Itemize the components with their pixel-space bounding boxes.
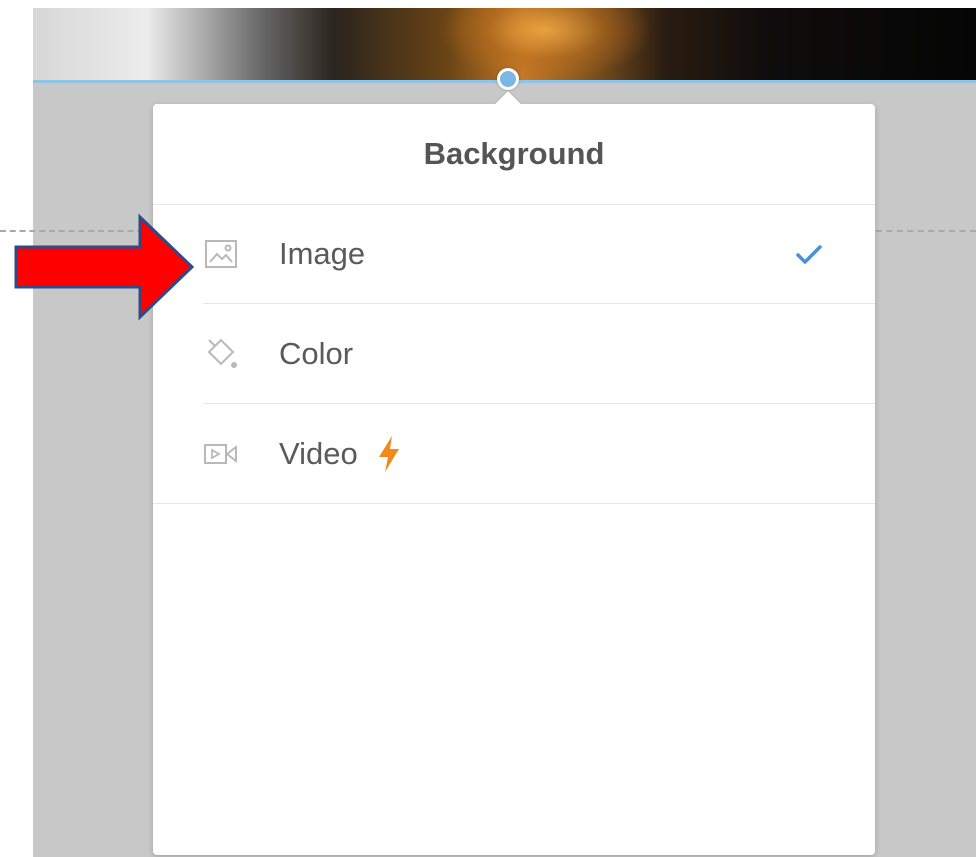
resize-handle[interactable] (497, 68, 519, 90)
background-option-image[interactable]: Image (203, 204, 875, 304)
layout-guide-right (876, 230, 976, 232)
photo-highlight (440, 8, 650, 81)
lightning-bolt-icon (378, 435, 399, 472)
background-popover: Background Image Color Video (153, 104, 875, 855)
option-label-color: Color (279, 335, 354, 371)
video-camera-icon (203, 436, 239, 472)
checkmark-icon (796, 245, 822, 264)
option-label-image: Image (279, 235, 366, 271)
paint-bucket-icon (203, 336, 239, 372)
red-arrow-annotation (14, 213, 195, 321)
background-option-video[interactable]: Video (153, 404, 875, 504)
background-option-color[interactable]: Color (203, 304, 875, 404)
option-label-video: Video (279, 435, 358, 471)
popover-title: Background (153, 104, 875, 205)
image-icon (203, 236, 239, 272)
